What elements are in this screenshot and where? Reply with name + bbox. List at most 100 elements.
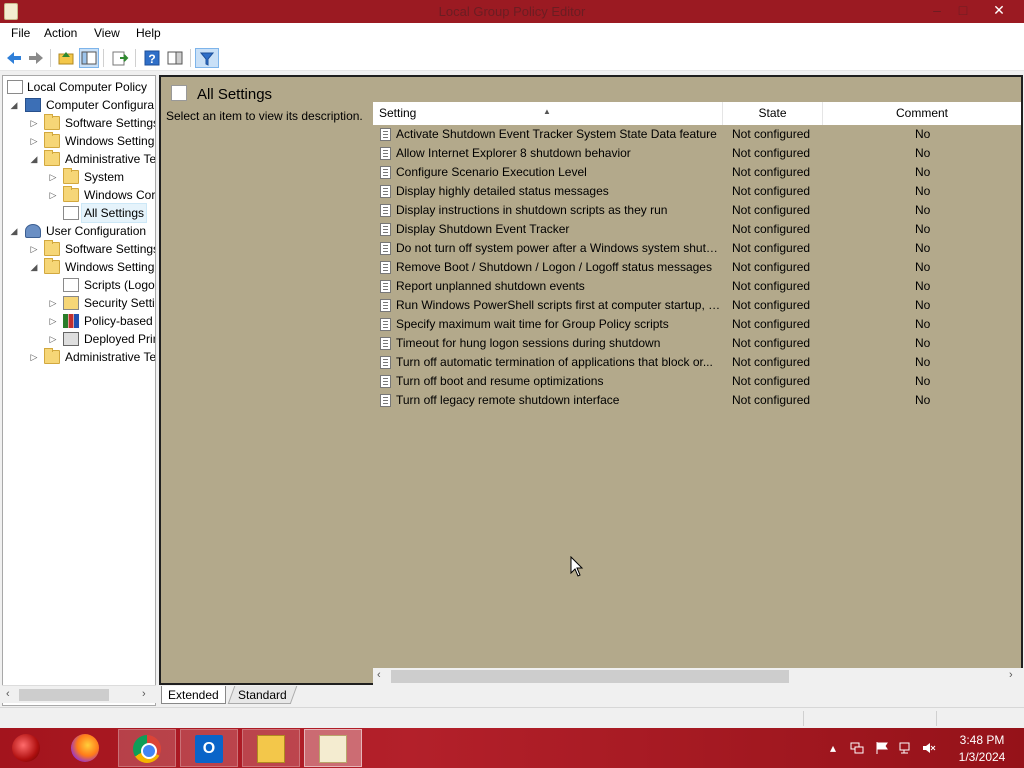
forward-arrow-icon[interactable] (26, 48, 46, 68)
menu-bar: File Action View Help (0, 23, 1024, 45)
table-row[interactable]: Turn off legacy remote shutdown interfac… (373, 391, 1021, 410)
document-icon (63, 278, 79, 292)
cell-setting: Display highly detailed status messages (396, 184, 609, 198)
column-header-comment[interactable]: Comment (823, 102, 1021, 125)
network-sharing-icon[interactable] (850, 741, 864, 755)
taskbar-file-explorer[interactable] (242, 729, 300, 767)
settings-list[interactable]: Setting ▲ State Comment Activate Shutdow… (373, 102, 1021, 662)
table-row[interactable]: Display instructions in shutdown scripts… (373, 201, 1021, 220)
clock-time[interactable]: 3:48 PM (952, 733, 1012, 747)
network-icon[interactable] (899, 741, 913, 755)
cell-state: Not configured (732, 146, 811, 160)
policy-setting-icon (380, 337, 391, 350)
show-hide-tree-icon[interactable] (79, 48, 99, 68)
menu-view[interactable]: View (92, 26, 122, 40)
scroll-left-icon[interactable]: ‹ (377, 669, 381, 681)
table-row[interactable]: Remove Boot / Shutdown / Logon / Logoff … (373, 258, 1021, 277)
table-row[interactable]: Run Windows PowerShell scripts first at … (373, 296, 1021, 315)
status-bar (0, 707, 1024, 728)
scrollbar-thumb[interactable] (19, 689, 109, 701)
table-row[interactable]: Display Shutdown Event Tracker Not config… (373, 220, 1021, 239)
help-icon[interactable]: ? (142, 48, 162, 68)
policy-setting-icon (380, 375, 391, 388)
taskbar-chrome[interactable] (118, 729, 176, 767)
policy-setting-icon (380, 147, 391, 160)
folder-icon (63, 186, 79, 202)
cell-state: Not configured (732, 355, 811, 369)
tab-extended[interactable]: Extended (161, 686, 226, 704)
cell-setting: Turn off legacy remote shutdown interfac… (396, 393, 620, 407)
back-arrow-icon[interactable] (4, 48, 24, 68)
cell-state: Not configured (732, 279, 811, 293)
cell-state: Not configured (732, 317, 811, 331)
cell-setting: Timeout for hung logon sessions during s… (396, 336, 661, 350)
close-button[interactable]: ✕ (984, 0, 1014, 23)
firefox-icon (71, 734, 99, 762)
start-button[interactable] (6, 732, 46, 764)
all-settings-icon (171, 85, 187, 101)
policy-setting-icon (380, 242, 391, 255)
table-row[interactable]: Activate Shutdown Event Tracker System S… (373, 125, 1021, 144)
folder-icon (44, 348, 60, 364)
scroll-right-icon[interactable]: › (142, 688, 146, 700)
scrollbar-thumb[interactable] (391, 670, 789, 683)
table-row[interactable]: Turn off boot and resume optimizations No… (373, 372, 1021, 391)
cell-comment: No (915, 184, 931, 198)
cell-setting: Allow Internet Explorer 8 shutdown behav… (396, 146, 631, 160)
menu-action[interactable]: Action (42, 26, 79, 40)
description-text: Select an item to view its description. (166, 109, 363, 123)
cell-setting: Run Windows PowerShell scripts first at … (396, 298, 722, 312)
title-bar: Local Group Policy Editor – □ ✕ (0, 0, 1024, 23)
column-header-setting[interactable]: Setting ▲ (373, 102, 723, 125)
export-list-icon[interactable] (110, 48, 130, 68)
filter-icon[interactable] (195, 48, 219, 68)
mouse-cursor-icon (570, 556, 584, 577)
cell-comment: No (915, 355, 931, 369)
cell-setting: Report unplanned shutdown events (396, 279, 585, 293)
taskbar-group-policy-editor[interactable] (304, 729, 362, 767)
taskbar: O ▴ 3:48 PM 1/3/2024 (0, 728, 1024, 768)
list-header: Setting ▲ State Comment (373, 102, 1021, 125)
taskbar-firefox[interactable] (57, 729, 115, 767)
console-tree[interactable]: Local Computer Policy ◢ Computer Configu… (2, 75, 156, 706)
column-header-state[interactable]: State (723, 102, 823, 125)
cell-comment: No (915, 146, 931, 160)
cell-state: Not configured (732, 127, 811, 141)
printer-icon (63, 332, 79, 346)
up-folder-icon[interactable] (56, 48, 76, 68)
table-row[interactable]: Timeout for hung logon sessions during s… (373, 334, 1021, 353)
table-row[interactable]: Specify maximum wait time for Group Poli… (373, 315, 1021, 334)
table-row[interactable]: Display highly detailed status messages N… (373, 182, 1021, 201)
window-title: Local Group Policy Editor (438, 4, 586, 19)
table-row[interactable]: Configure Scenario Execution Level Not co… (373, 163, 1021, 182)
table-row[interactable]: Report unplanned shutdown events Not conf… (373, 277, 1021, 296)
policy-root-icon (7, 80, 23, 94)
volume-muted-icon[interactable] (922, 741, 936, 755)
folder-icon (63, 168, 79, 184)
table-row[interactable]: Do not turn off system power after a Win… (373, 239, 1021, 258)
tab-standard[interactable]: Standard (227, 686, 297, 704)
cell-comment: No (915, 279, 931, 293)
menu-file[interactable]: File (9, 26, 32, 40)
start-orb-icon (12, 734, 40, 762)
table-row[interactable]: Turn off automatic termination of applic… (373, 353, 1021, 372)
maximize-button[interactable]: □ (948, 0, 978, 23)
tree-horizontal-scrollbar[interactable]: ‹ › (2, 685, 156, 703)
cell-setting: Specify maximum wait time for Group Poli… (396, 317, 669, 331)
cell-comment: No (915, 393, 931, 407)
list-horizontal-scrollbar[interactable]: ‹ › (373, 668, 1023, 685)
scroll-right-icon[interactable]: › (1009, 669, 1013, 681)
show-hidden-icons-arrow[interactable]: ▴ (826, 741, 840, 755)
show-hide-action-pane-icon[interactable] (165, 48, 185, 68)
file-explorer-icon (257, 735, 285, 763)
cell-state: Not configured (732, 336, 811, 350)
menu-help[interactable]: Help (134, 26, 163, 40)
scroll-left-icon[interactable]: ‹ (6, 688, 10, 700)
table-row[interactable]: Allow Internet Explorer 8 shutdown behav… (373, 144, 1021, 163)
action-center-flag-icon[interactable] (875, 741, 889, 755)
cell-state: Not configured (732, 298, 811, 312)
taskbar-outlook[interactable]: O (180, 729, 238, 767)
clock-date[interactable]: 1/3/2024 (952, 750, 1012, 764)
chart-icon (63, 314, 79, 328)
folder-icon (44, 258, 60, 274)
